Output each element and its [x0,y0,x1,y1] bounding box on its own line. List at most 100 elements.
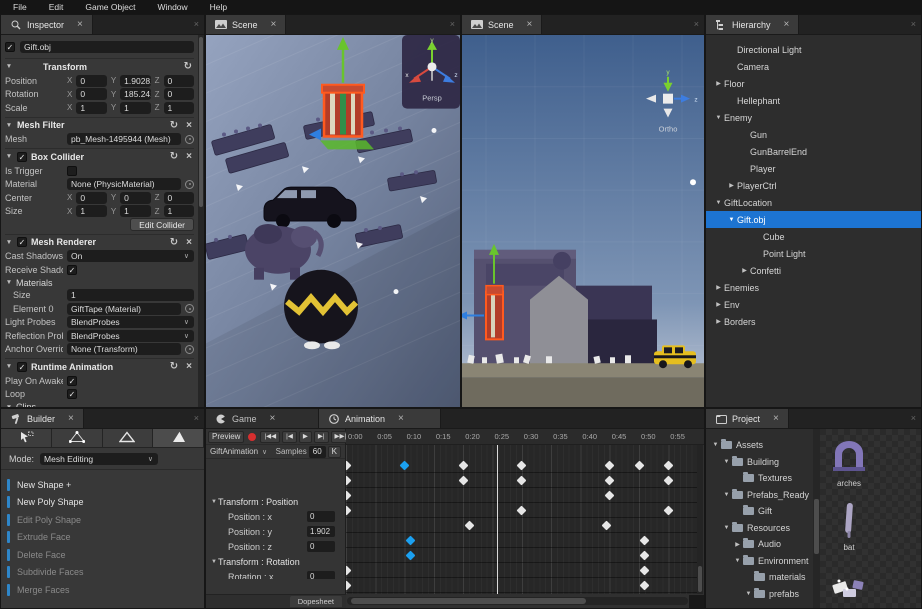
project-folder-building[interactable]: ▼ Building [706,454,813,471]
track-value-field[interactable]: 1.902 [307,526,335,537]
track-transform-rotation[interactable]: ▼ Transform : Rotation [206,554,346,569]
reset-icon[interactable]: ↻ [168,361,180,372]
project-folder-materials[interactable]: materials [706,569,813,586]
samples-field[interactable]: 60 [308,445,326,458]
keyframe[interactable] [604,490,615,500]
expand-arrow-icon[interactable]: ▶ [713,301,724,308]
is-trigger-checkbox[interactable]: ✓ [67,165,77,176]
face-select-tool[interactable] [153,429,204,447]
foldout-arrow-icon[interactable]: ▼ [5,153,13,160]
rotation-z-field[interactable]: 0 [163,88,194,101]
component-enabled-checkbox[interactable]: ✓ [17,151,27,162]
center-z-field[interactable]: 0 [163,191,194,204]
track-rotation-x[interactable]: Rotation : x 0 [206,569,346,579]
foldout-arrow-icon[interactable]: ▼ [5,404,13,408]
track-value-field[interactable]: 0 [307,511,335,522]
foldout-arrow-icon[interactable]: ▼ [210,559,218,565]
hierarchy-item-env[interactable]: ▶ Env [706,296,921,313]
close-icon[interactable]: × [271,19,277,30]
dock-menu-icon[interactable]: × [450,19,455,29]
center-y-field[interactable]: 0 [120,191,151,204]
playhead[interactable] [497,445,499,594]
dock-menu-icon[interactable]: × [911,19,916,29]
rotation-y-field[interactable]: 185.241 [120,88,151,101]
box-collider-section-header[interactable]: ▼ ✓ Box Collider ↻ × [5,148,194,164]
remove-component-icon[interactable]: × [184,120,194,131]
tab-project[interactable]: Project × [706,409,789,428]
expand-arrow-icon[interactable]: ▶ [713,284,724,291]
foldout-arrow-icon[interactable]: ▼ [5,279,13,286]
reset-icon[interactable]: ↻ [182,61,194,72]
timeline-grid[interactable] [346,445,697,594]
dock-menu-icon[interactable]: × [194,413,199,423]
dock-menu-icon[interactable]: × [911,413,916,423]
hierarchy-item-enemies[interactable]: ▶ Enemies [706,279,921,296]
close-icon[interactable]: × [77,19,83,30]
keyframe[interactable] [405,535,416,545]
expand-arrow-icon[interactable]: ▼ [713,200,724,206]
object-name-field[interactable]: Gift.obj [20,41,194,53]
tab-hierarchy[interactable]: Hierarchy × [706,15,800,34]
foldout-arrow-icon[interactable]: ▼ [5,363,13,370]
mesh-filter-section-header[interactable]: ▼ Mesh Filter ↻ × [5,116,194,133]
expand-arrow-icon[interactable]: ▶ [726,182,737,189]
menu-item-game-object[interactable]: Game Object [74,0,146,14]
orientation-gizmo-persp[interactable]: y x z Persp [402,35,460,109]
runtime-animation-section-header[interactable]: ▼ ✓ Runtime Animation ↻ × [5,358,194,374]
menu-item-window[interactable]: Window [146,0,198,14]
expand-arrow-icon[interactable]: ▼ [743,591,754,597]
scale-x-field[interactable]: 1 [76,101,107,114]
object-picker-icon[interactable] [185,179,194,189]
keyframe[interactable] [346,490,351,500]
keyframe[interactable] [639,565,650,575]
vertex-select-tool[interactable] [51,429,103,447]
track-position-y[interactable]: Position : y 1.902 [206,524,346,539]
keyframe[interactable] [604,475,615,485]
mesh-renderer-section-header[interactable]: ▼ ✓ Mesh Renderer ↻ × [5,233,194,250]
foldout-arrow-icon[interactable]: ▼ [210,499,218,505]
keyframe[interactable] [634,460,644,470]
keyframe[interactable] [601,520,612,530]
hierarchy-item-cube[interactable]: Cube [706,228,921,245]
remove-component-icon[interactable]: × [184,361,194,372]
timeline-ruler[interactable]: 0:00 0:05 0:10 0:15 0:20 0:25 0:30 0:35 0:40 0:45… [346,429,704,445]
cast-shadows-dropdown[interactable]: On ∨ [67,250,194,263]
element0-field[interactable]: GiftTape (Material) [67,302,181,315]
anchor-override-field[interactable]: None (Transform) [67,343,181,356]
expand-arrow-icon[interactable]: ▼ [732,558,743,564]
edge-select-tool[interactable] [102,429,154,447]
hierarchy-item-playerctrl[interactable]: ▶ PlayerCtrl [706,177,921,194]
track-position-x[interactable]: Position : x 0 [206,509,346,524]
keyframe[interactable] [458,475,469,485]
size-y-field[interactable]: 1 [120,205,151,218]
expand-arrow-icon[interactable]: ▼ [721,459,732,465]
close-icon[interactable]: × [773,413,779,424]
project-scrollbar[interactable] [813,429,820,608]
tab-builder[interactable]: Builder × [1,409,84,428]
expand-arrow-icon[interactable]: ▶ [713,318,724,325]
reset-icon[interactable]: ↻ [168,237,180,248]
keyframe[interactable] [405,550,416,560]
dock-menu-icon[interactable]: × [194,19,199,29]
clip-dropdown[interactable]: GiftAnimation ∨ [208,447,271,456]
light-probes-dropdown[interactable]: BlendProbes ∨ [67,316,194,329]
hierarchy-item-player[interactable]: Player [706,160,921,177]
position-z-field[interactable]: 0 [163,74,194,87]
hierarchy-item-directional-light[interactable]: Directional Light [706,41,921,58]
project-folder-textures[interactable]: Textures [706,470,813,487]
builder-item-new-shape[interactable]: New Shape + [7,476,204,494]
edit-collider-button[interactable]: Edit Collider [130,218,194,232]
inspector-scrollbar[interactable] [198,35,204,407]
builder-item-new-poly-shape[interactable]: New Poly Shape [7,494,204,512]
add-keyframe-button[interactable]: K [327,445,341,458]
object-picker-icon[interactable] [185,344,194,354]
keyframe[interactable] [346,565,351,575]
mode-dropdown[interactable]: Mesh Editing ∨ [40,452,159,465]
tab-inspector[interactable]: Inspector × [1,15,93,34]
keyframe[interactable] [639,535,650,545]
project-folder-audio[interactable]: ▶ Audio [706,536,813,553]
reset-icon[interactable]: ↻ [168,151,180,162]
dopesheet-button[interactable]: Dopesheet [289,596,342,607]
remove-component-icon[interactable]: × [184,237,194,248]
hierarchy-item-hellephant[interactable]: Hellephant [706,92,921,109]
